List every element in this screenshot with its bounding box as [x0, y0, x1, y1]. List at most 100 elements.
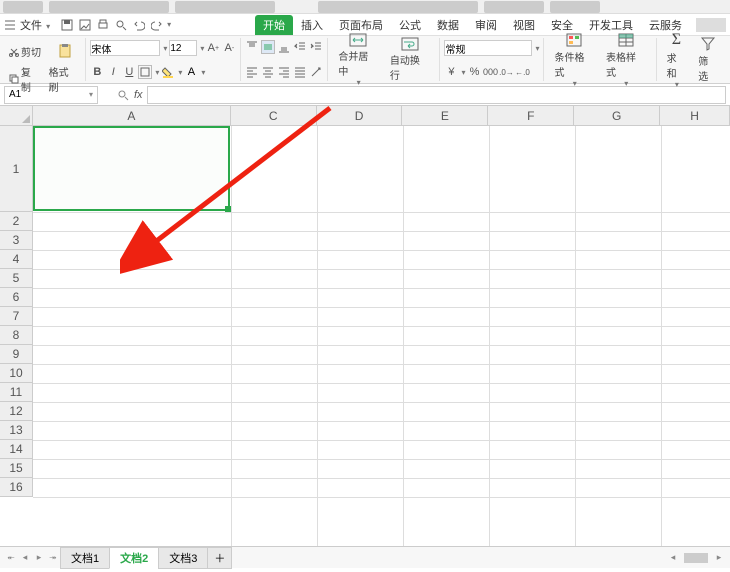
row-header-8[interactable]: 8	[0, 326, 33, 345]
col-header-E[interactable]: E	[402, 106, 488, 125]
conditional-format-button[interactable]: 条件格式▾	[548, 40, 600, 79]
merge-center-button[interactable]: 合并居中▾	[332, 40, 384, 79]
column-headers[interactable]: ACDEFGH	[33, 106, 730, 126]
tab-view[interactable]: 视图	[505, 15, 543, 35]
col-header-A[interactable]: A	[33, 106, 231, 125]
chevron-down-icon[interactable]: ▾	[163, 44, 167, 53]
currency-icon[interactable]: ¥	[444, 65, 458, 79]
decrease-indent-icon[interactable]	[293, 40, 307, 54]
align-bottom-icon[interactable]	[277, 40, 291, 54]
fx-label[interactable]: fx	[134, 89, 143, 101]
bold-button[interactable]: B	[90, 65, 104, 79]
number-format-select[interactable]	[444, 40, 532, 56]
tab-review[interactable]: 审阅	[467, 15, 505, 35]
redo-icon[interactable]	[150, 18, 164, 32]
chevron-down-icon[interactable]: ▾	[89, 90, 93, 99]
row-header-2[interactable]: 2	[0, 212, 33, 231]
col-header-D[interactable]: D	[317, 106, 403, 125]
sheet-tab-2[interactable]: 文档3	[158, 547, 208, 569]
save-as-icon[interactable]	[78, 18, 92, 32]
col-header-G[interactable]: G	[574, 106, 660, 125]
font-name-select[interactable]	[90, 40, 160, 56]
tab-data[interactable]: 数据	[429, 15, 467, 35]
row-header-6[interactable]: 6	[0, 288, 33, 307]
format-painter-button[interactable]: 格式刷	[46, 63, 82, 95]
align-center-icon[interactable]	[261, 65, 275, 79]
search-box-collapsed[interactable]	[696, 18, 726, 32]
tab-layout[interactable]: 页面布局	[331, 15, 391, 35]
align-right-icon[interactable]	[277, 65, 291, 79]
sheet-tab-1[interactable]: 文档2	[109, 547, 159, 569]
sheet-last-icon[interactable]: ⯮	[46, 551, 60, 565]
sum-button[interactable]: Σ 求和▾	[661, 40, 693, 79]
paste-button[interactable]	[50, 40, 80, 63]
filter-button[interactable]: 筛选	[692, 40, 724, 79]
row-header-5[interactable]: 5	[0, 269, 33, 288]
row-header-1[interactable]: 1	[0, 126, 33, 212]
spreadsheet-grid[interactable]: ACDEFGH 12345678910111213141516	[0, 106, 730, 546]
increase-font-icon[interactable]: A+	[206, 41, 220, 55]
align-top-icon[interactable]	[245, 40, 259, 54]
decrease-font-icon[interactable]: A-	[222, 41, 236, 55]
row-header-3[interactable]: 3	[0, 231, 33, 250]
row-header-9[interactable]: 9	[0, 345, 33, 364]
row-headers[interactable]: 12345678910111213141516	[0, 126, 33, 497]
sheet-next-icon[interactable]: ▸	[32, 551, 46, 565]
col-header-H[interactable]: H	[660, 106, 730, 125]
row-header-14[interactable]: 14	[0, 440, 33, 459]
row-header-13[interactable]: 13	[0, 421, 33, 440]
tab-start[interactable]: 开始	[255, 15, 293, 35]
percent-icon[interactable]: %	[467, 65, 481, 79]
underline-button[interactable]: U	[122, 65, 136, 79]
hscroll-right-icon[interactable]: ▸	[712, 551, 726, 565]
formula-input[interactable]	[147, 86, 726, 104]
col-header-F[interactable]: F	[488, 106, 574, 125]
chevron-down-icon[interactable]: ▾	[178, 68, 182, 77]
row-header-15[interactable]: 15	[0, 459, 33, 478]
font-color-button[interactable]: A	[184, 65, 198, 79]
justify-icon[interactable]	[293, 65, 307, 79]
chevron-down-icon[interactable]: ▾	[535, 44, 539, 53]
align-left-icon[interactable]	[245, 65, 259, 79]
copy-button[interactable]: 复制	[6, 63, 44, 95]
tab-insert[interactable]: 插入	[293, 15, 331, 35]
qa-customize-dropdown[interactable]: ▾	[167, 20, 171, 29]
sheet-tab-0[interactable]: 文档1	[60, 547, 110, 569]
tab-formula[interactable]: 公式	[391, 15, 429, 35]
chevron-down-icon[interactable]: ▾	[155, 68, 159, 77]
comma-style-icon[interactable]: 000	[483, 65, 497, 79]
row-header-10[interactable]: 10	[0, 364, 33, 383]
border-button[interactable]	[138, 65, 152, 79]
print-preview-icon[interactable]	[114, 18, 128, 32]
active-cell[interactable]	[33, 126, 230, 211]
wrap-text-button[interactable]: 自动换行	[384, 40, 436, 79]
cut-button[interactable]: 剪切	[6, 43, 44, 60]
increase-decimal-icon[interactable]: .0→	[499, 65, 513, 79]
add-sheet-button[interactable]: ＋	[207, 547, 232, 569]
select-all-corner[interactable]	[0, 106, 33, 126]
hamburger-icon[interactable]	[4, 19, 16, 31]
row-header-16[interactable]: 16	[0, 478, 33, 497]
fill-color-button[interactable]	[161, 65, 175, 79]
row-header-12[interactable]: 12	[0, 402, 33, 421]
row-header-7[interactable]: 7	[0, 307, 33, 326]
row-header-11[interactable]: 11	[0, 383, 33, 402]
hscroll-thumb[interactable]	[684, 553, 708, 563]
hscroll-left-icon[interactable]: ◂	[666, 551, 680, 565]
print-icon[interactable]	[96, 18, 110, 32]
sheet-prev-icon[interactable]: ◂	[18, 551, 32, 565]
italic-button[interactable]: I	[106, 65, 120, 79]
row-header-4[interactable]: 4	[0, 250, 33, 269]
save-icon[interactable]	[60, 18, 74, 32]
orientation-icon[interactable]	[309, 65, 323, 79]
chevron-down-icon[interactable]: ▾	[201, 68, 205, 77]
table-style-button[interactable]: 表格样式▾	[600, 40, 652, 79]
align-middle-icon[interactable]	[261, 40, 275, 54]
decrease-decimal-icon[interactable]: ←.0	[515, 65, 529, 79]
sheet-first-icon[interactable]: ⯬	[4, 551, 18, 565]
file-menu[interactable]: 文件 ▾	[20, 17, 50, 33]
font-size-select[interactable]	[169, 40, 197, 56]
expand-namebox-icon[interactable]	[116, 88, 130, 102]
chevron-down-icon[interactable]: ▾	[200, 44, 204, 53]
undo-icon[interactable]	[132, 18, 146, 32]
